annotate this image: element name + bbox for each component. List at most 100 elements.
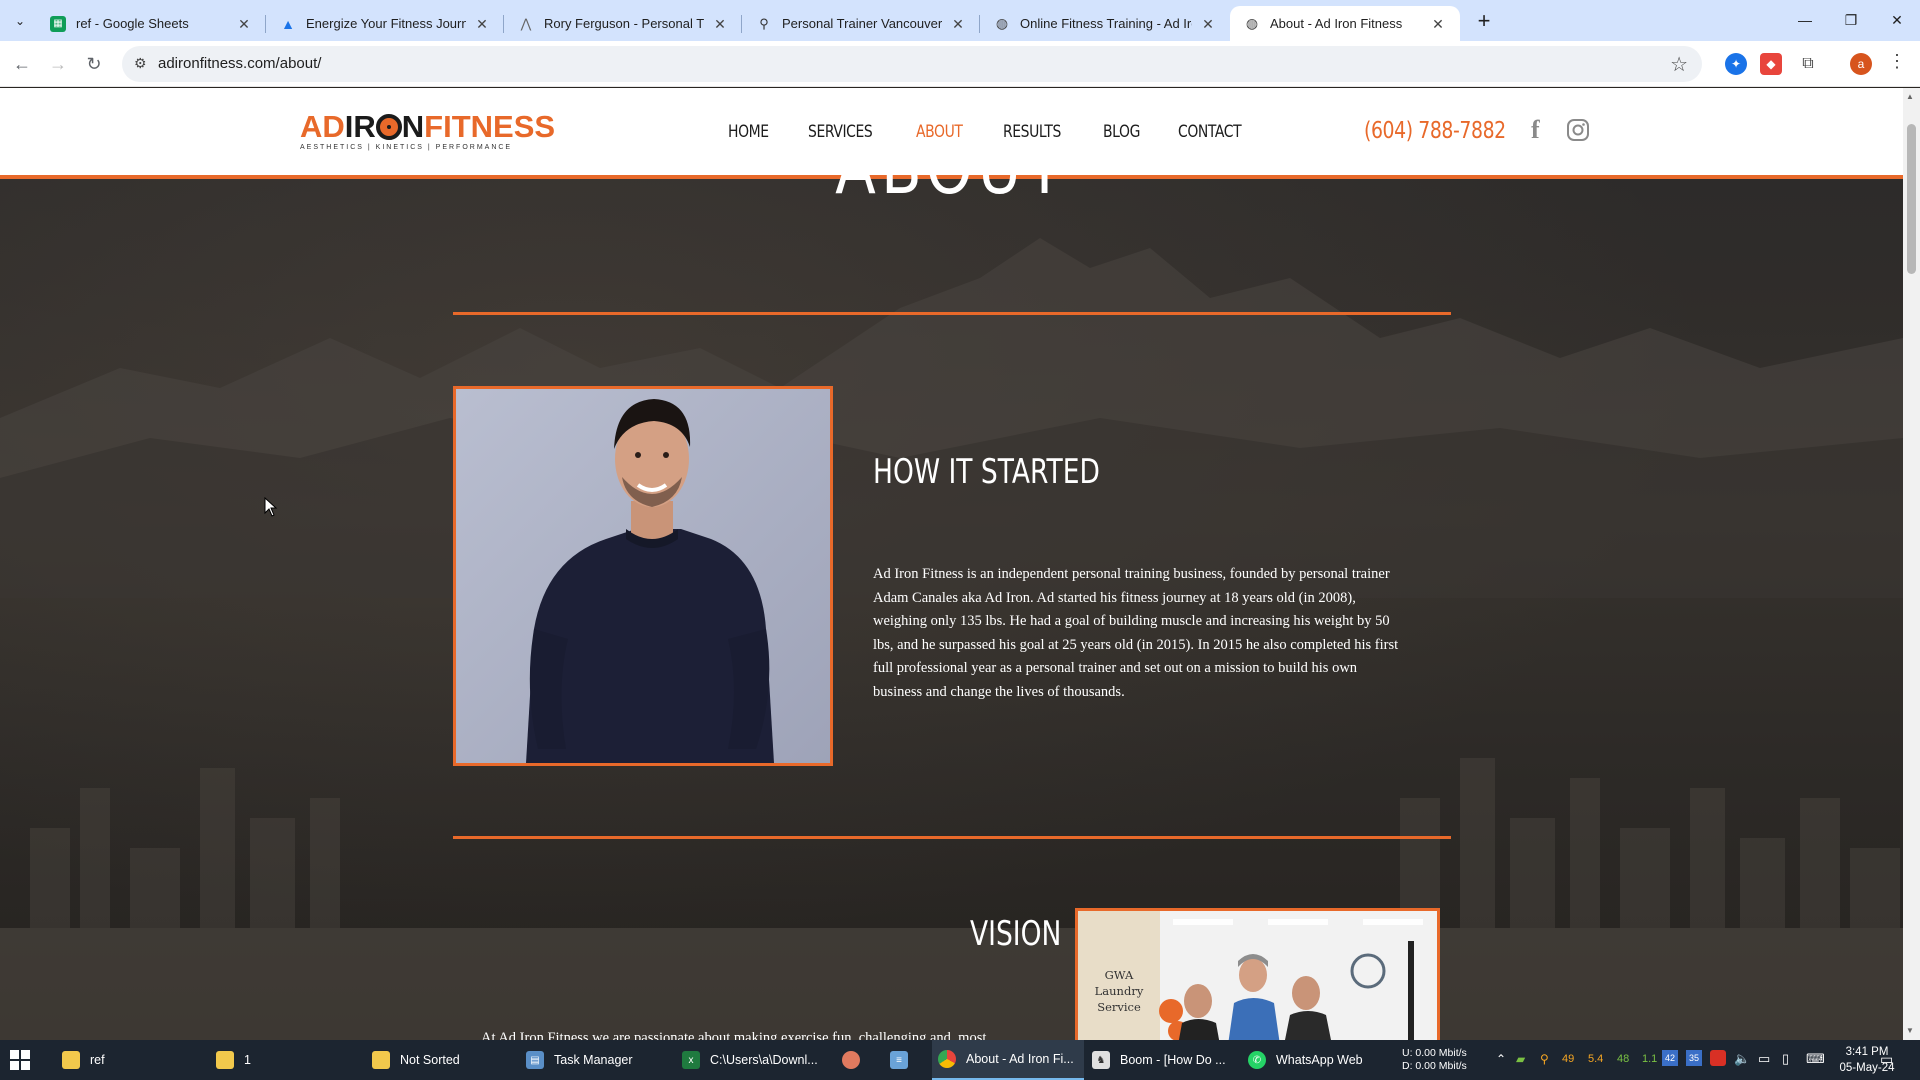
tray-metric-temp: 48: [1617, 1053, 1630, 1065]
globe-icon: ◍: [995, 15, 1009, 31]
battery-icon[interactable]: ▭: [1758, 1051, 1770, 1080]
logo-wordmark: ADIR NFITNESS: [300, 109, 555, 144]
nav-blog[interactable]: BLOG: [1103, 122, 1140, 142]
phone-number-link[interactable]: (604) 788-7882: [1364, 118, 1506, 144]
taskbar-label: About - Ad Iron Fi...: [966, 1052, 1074, 1066]
show-hidden-icons-chevron-icon[interactable]: ⌃: [1496, 1052, 1506, 1080]
gym-team-photo: GWA Laundry Service: [1075, 908, 1440, 1040]
forward-icon[interactable]: →: [44, 50, 72, 78]
tab-title: ref - Google Sheets: [76, 16, 189, 31]
address-bar[interactable]: ⚙ adironfitness.com/about/ ☆: [122, 46, 1702, 82]
notifications-icon[interactable]: ▭: [1880, 1051, 1893, 1080]
close-tab-icon[interactable]: ✕: [950, 16, 966, 32]
close-window-icon[interactable]: ✕: [1874, 0, 1920, 40]
taskbar-item-excel-file[interactable]: x C:\Users\a\Downl...: [682, 1040, 832, 1080]
tray-badge-b[interactable]: 35: [1686, 1050, 1702, 1066]
tray-metric-freq: 1.1: [1642, 1053, 1658, 1065]
mouse-cursor-icon: [264, 497, 278, 517]
logo-part-n: N: [401, 109, 425, 144]
ad-iron-fitness-logo[interactable]: ADIR NFITNESS AESTHETICS | KINETICS | PER…: [300, 109, 555, 152]
tray-search-icon[interactable]: ⚲: [1540, 1052, 1549, 1080]
volume-icon[interactable]: 🔈: [1734, 1051, 1750, 1080]
boom-icon: ♞: [1092, 1051, 1110, 1069]
taskbar-item-whatsapp[interactable]: ✆ WhatsApp Web: [1248, 1040, 1398, 1080]
instagram-icon[interactable]: [1566, 118, 1590, 148]
nav-results[interactable]: RESULTS: [1003, 122, 1061, 142]
network-upload-speed: U: 0.00 Mbit/s: [1402, 1047, 1467, 1059]
tab-about-ad-iron[interactable]: ◍ About - Ad Iron Fitness ✕: [1230, 6, 1460, 41]
gym-sign-text: GWA Laundry Service: [1094, 968, 1144, 1014]
back-icon[interactable]: ←: [8, 50, 36, 78]
task-manager-icon: ▤: [526, 1051, 544, 1069]
tab-online-fitness-training[interactable]: ◍ Online Fitness Training - Ad Iron ✕: [980, 6, 1230, 41]
new-tab-button[interactable]: +: [1470, 8, 1498, 36]
text-line: weighing only 135 lbs. He had a goal of …: [873, 613, 1390, 629]
page-viewport: ADIR NFITNESS AESTHETICS | KINETICS | PER…: [0, 88, 1903, 1040]
network-icon[interactable]: ▯: [1782, 1051, 1789, 1080]
taskbar-label: 1: [244, 1053, 251, 1067]
taskbar-item-boom[interactable]: ♞ Boom - [How Do ...: [1092, 1040, 1242, 1080]
tray-badge-a[interactable]: 42: [1662, 1050, 1678, 1066]
how-it-started-text: Ad Iron Fitness is an independent person…: [873, 563, 1463, 704]
close-tab-icon[interactable]: ✕: [712, 16, 728, 32]
taskbar-label: Task Manager: [554, 1053, 633, 1067]
profile-avatar[interactable]: a: [1850, 53, 1872, 75]
extension-icon[interactable]: ✦: [1725, 53, 1747, 75]
taskbar-label: Boom - [How Do ...: [1120, 1053, 1226, 1067]
language-icon[interactable]: ⌨: [1806, 1051, 1825, 1080]
taskbar-item-notepad[interactable]: ≡: [890, 1040, 920, 1080]
taskbar-item-ref[interactable]: ref: [62, 1040, 212, 1080]
url-text[interactable]: adironfitness.com/about/: [158, 55, 321, 72]
nav-contact[interactable]: CONTACT: [1178, 122, 1242, 142]
divider-middle: [453, 836, 1451, 839]
facebook-icon[interactable]: f: [1531, 115, 1540, 145]
windows-taskbar: ref 1 Not Sorted ▤ Task Manager x C:\Use…: [0, 1040, 1920, 1080]
taskbar-label: ref: [90, 1053, 105, 1067]
divider-top: [453, 312, 1451, 315]
taskbar-label: WhatsApp Web: [1276, 1053, 1363, 1067]
tab-google-sheets[interactable]: ▦ ref - Google Sheets ✕: [36, 6, 266, 41]
windows-start-icon[interactable]: [10, 1050, 30, 1070]
taskbar-item-not-sorted[interactable]: Not Sorted: [372, 1040, 522, 1080]
taskbar-item-1[interactable]: 1: [216, 1040, 366, 1080]
nav-about[interactable]: ABOUT: [916, 122, 963, 142]
tab-personal-trainer-vancouver[interactable]: ⚲ Personal Trainer Vancouver | We ✕: [742, 6, 980, 41]
whatsapp-icon: ✆: [1248, 1051, 1266, 1069]
taskbar-item-task-manager[interactable]: ▤ Task Manager: [526, 1040, 676, 1080]
browser-menu-icon[interactable]: ⋮: [1888, 51, 1906, 72]
shield-extension-icon[interactable]: ◆: [1760, 53, 1782, 75]
site-info-icon[interactable]: ⚙: [134, 55, 147, 72]
excel-icon: x: [682, 1051, 700, 1069]
bookmark-star-icon[interactable]: ☆: [1670, 52, 1688, 77]
close-tab-icon[interactable]: ✕: [1200, 16, 1216, 32]
tab-search-button[interactable]: ⌄: [8, 10, 32, 32]
tab-rory-ferguson[interactable]: ⋀ Rory Ferguson - Personal Trainin ✕: [504, 6, 742, 41]
how-it-started-title: HOW IT STARTED: [873, 452, 1100, 492]
taskbar-item-app[interactable]: [842, 1040, 872, 1080]
reload-icon[interactable]: ↻: [80, 50, 108, 78]
minimize-icon[interactable]: —: [1782, 0, 1828, 40]
scrollbar-thumb[interactable]: [1907, 124, 1916, 274]
nav-home[interactable]: HOME: [728, 122, 769, 142]
nav-services[interactable]: SERVICES: [808, 122, 873, 142]
browser-tab-bar: ⌄ ▦ ref - Google Sheets ✕ ▲ Energize You…: [0, 0, 1920, 41]
logo-part-ir: IR: [344, 109, 376, 144]
tab-title: Online Fitness Training - Ad Iron: [1020, 16, 1192, 31]
text-line: Adam Canales aka Ad Iron. Ad started his…: [873, 589, 1356, 606]
page-scrollbar[interactable]: ▲ ▼: [1903, 88, 1920, 1040]
folder-icon: [216, 1051, 234, 1069]
scroll-down-arrow-icon[interactable]: ▼: [1906, 1026, 1914, 1035]
tray-security-icon[interactable]: [1710, 1050, 1726, 1066]
tray-metric-cpu: 49: [1562, 1053, 1575, 1065]
logo-target-icon: [375, 114, 402, 140]
tab-energize[interactable]: ▲ Energize Your Fitness Journey w ✕: [266, 6, 504, 41]
close-tab-icon[interactable]: ✕: [1430, 16, 1446, 32]
extensions-puzzle-icon[interactable]: ⧉: [1797, 53, 1819, 75]
taskbar-item-chrome[interactable]: About - Ad Iron Fi...: [932, 1040, 1084, 1080]
tray-app-icon[interactable]: ▰: [1516, 1052, 1525, 1080]
scroll-up-arrow-icon[interactable]: ▲: [1906, 92, 1914, 101]
close-tab-icon[interactable]: ✕: [236, 16, 252, 32]
city-skyline-background: [0, 758, 1903, 1040]
close-tab-icon[interactable]: ✕: [474, 16, 490, 32]
restore-icon[interactable]: ❐: [1828, 0, 1874, 40]
